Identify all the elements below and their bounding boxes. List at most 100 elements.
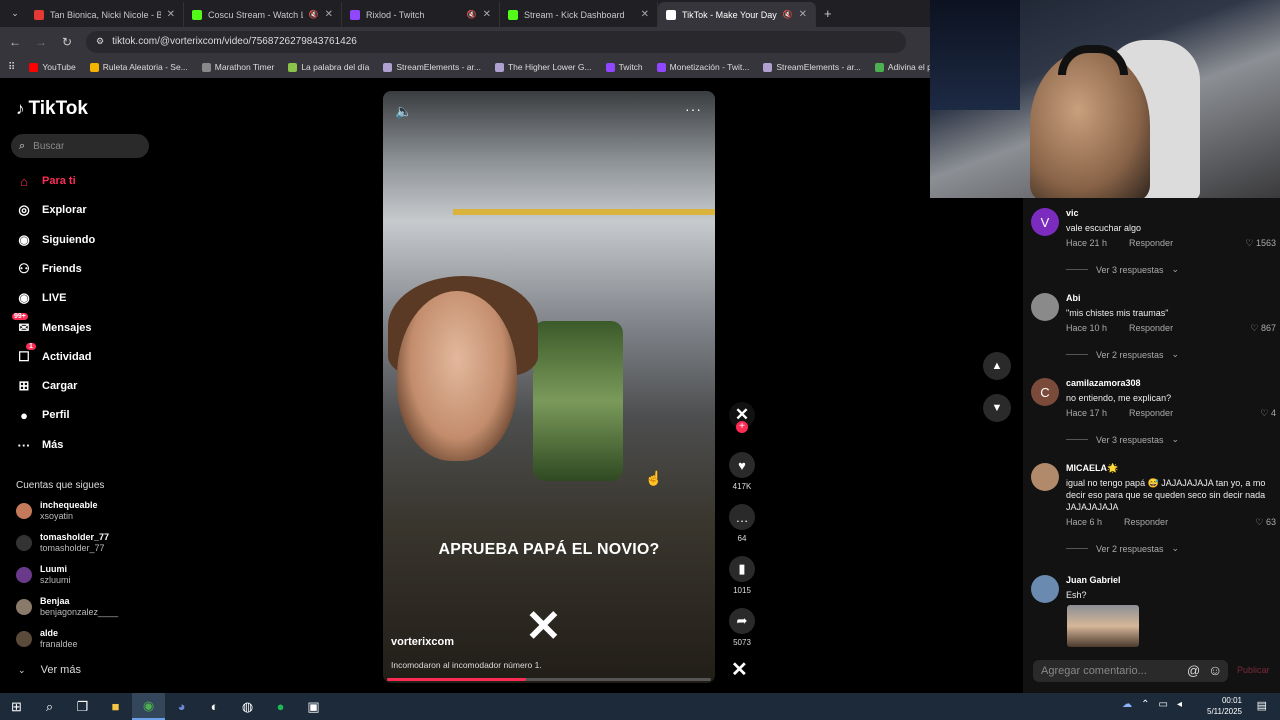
tab-muted-icon[interactable]: 🔇 bbox=[783, 10, 793, 19]
sidebar-item-live[interactable]: ◉ LIVE bbox=[16, 290, 66, 306]
new-tab-button[interactable]: + bbox=[824, 6, 832, 21]
tab-close-icon[interactable]: ✕ bbox=[641, 9, 649, 20]
video-progress-bar[interactable] bbox=[387, 678, 711, 681]
tab-close-icon[interactable]: ✕ bbox=[483, 9, 491, 20]
file-explorer-icon[interactable]: ■ bbox=[99, 693, 132, 720]
sidebar-item-perfil[interactable]: ● Perfil bbox=[16, 407, 69, 423]
more-options-icon[interactable]: ··· bbox=[685, 101, 702, 117]
bookmark-item[interactable]: StreamElements - ar... bbox=[383, 62, 481, 72]
sidebar-item-actividad[interactable]: ☐ 1 Actividad bbox=[16, 343, 92, 365]
bookmark-item[interactable]: Twitch bbox=[605, 62, 643, 72]
share-button[interactable]: ➦ 5073 bbox=[727, 608, 757, 647]
tab-close-icon[interactable]: ✕ bbox=[325, 9, 333, 20]
reload-icon[interactable]: ↻ bbox=[60, 35, 74, 49]
tab-muted-icon[interactable]: 🔇 bbox=[467, 10, 477, 19]
tab-search-chevron-icon[interactable]: ⌄ bbox=[4, 8, 26, 19]
volume-icon[interactable]: 🔈 bbox=[395, 103, 412, 120]
bookmark-item[interactable]: StreamElements - ar... bbox=[763, 62, 861, 72]
mention-icon[interactable]: @ bbox=[1187, 663, 1200, 678]
video-author[interactable]: vorterixcom bbox=[391, 636, 454, 648]
following-account[interactable]: tomasholder_77 tomasholder_77 bbox=[16, 532, 109, 554]
bookmark-item[interactable]: Monetización - Twit... bbox=[656, 62, 749, 72]
comment-like-button[interactable]: ♡ 4 bbox=[1260, 408, 1276, 419]
sidebar-item-explorar[interactable]: ◎ Explorar bbox=[16, 202, 86, 218]
apps-icon[interactable]: ⠿ bbox=[8, 62, 15, 73]
bookmark-item[interactable]: Adivina el país bbox=[874, 62, 930, 72]
comment-author[interactable]: vic bbox=[1066, 208, 1079, 218]
avatar[interactable]: C bbox=[1031, 378, 1059, 406]
save-button[interactable]: ▮ 1015 bbox=[727, 556, 757, 595]
publish-button[interactable]: Publicar bbox=[1237, 665, 1270, 675]
browser-tab[interactable]: Stream - Kick Dashboard ✕ bbox=[500, 2, 658, 27]
avatar[interactable] bbox=[1031, 575, 1059, 603]
clock[interactable]: 00:01 5/11/2025 bbox=[1207, 695, 1242, 717]
tiktok-logo[interactable]: ♪ TikTok bbox=[16, 98, 88, 120]
comment-like-button[interactable]: ♡ 63 bbox=[1255, 517, 1276, 528]
comment-author[interactable]: MICAELA🌟 bbox=[1066, 463, 1118, 474]
browser-tab[interactable]: Rixlod - Twitch 🔇 ✕ bbox=[342, 2, 500, 27]
bookmark-item[interactable]: Ruleta Aleatoria - Se... bbox=[89, 62, 188, 72]
follow-plus-icon[interactable]: + bbox=[736, 421, 748, 433]
next-video-button[interactable]: ▼ bbox=[983, 394, 1011, 422]
back-icon[interactable]: ← bbox=[8, 35, 22, 49]
following-account[interactable]: Luumi szluumi bbox=[16, 564, 71, 586]
sidebar-item-siguiendo[interactable]: ◉ Siguiendo bbox=[16, 232, 95, 248]
bookmark-item[interactable]: The Higher Lower G... bbox=[494, 62, 592, 72]
comment-author[interactable]: Juan Gabriel bbox=[1066, 575, 1121, 585]
volume-icon[interactable]: ◂ bbox=[1177, 699, 1182, 710]
notification-icon[interactable]: ▤ bbox=[1257, 699, 1267, 712]
spotify-icon[interactable]: ● bbox=[264, 693, 297, 720]
search-icon[interactable]: ⌕ bbox=[33, 693, 66, 720]
previous-video-button[interactable]: ▲ bbox=[983, 352, 1011, 380]
view-replies-button[interactable]: Ver 2 respuestas ⌄ bbox=[1066, 349, 1179, 360]
sidebar-item-más[interactable]: ··· Más bbox=[16, 437, 64, 453]
task-view-icon[interactable]: ❐ bbox=[66, 693, 99, 720]
sidebar-item-cargar[interactable]: ⊞ Cargar bbox=[16, 378, 78, 394]
video-player[interactable]: 🔈 ··· APRUEBA PAPÁ EL NOVIO? ✕ vorterixc… bbox=[383, 91, 715, 683]
see-more-button[interactable]: ⌄ Ver más bbox=[18, 664, 81, 676]
app-icon[interactable]: ◐ bbox=[198, 693, 231, 720]
tab-close-icon[interactable]: ✕ bbox=[799, 9, 807, 20]
reply-button[interactable]: Responder bbox=[1129, 238, 1173, 248]
view-replies-button[interactable]: Ver 3 respuestas ⌄ bbox=[1066, 264, 1179, 275]
following-account[interactable]: alde franaldee bbox=[16, 628, 78, 650]
url-field[interactable]: ⚙ tiktok.com/@vorterixcom/video/75687262… bbox=[86, 30, 906, 53]
tab-close-icon[interactable]: ✕ bbox=[167, 9, 175, 20]
avatar[interactable]: V bbox=[1031, 208, 1059, 236]
obs-icon[interactable]: ◍ bbox=[231, 693, 264, 720]
avatar[interactable] bbox=[1031, 293, 1059, 321]
sound-disc-icon[interactable]: ✕ bbox=[731, 657, 748, 682]
view-replies-button[interactable]: Ver 3 respuestas ⌄ bbox=[1066, 434, 1179, 445]
comment-author[interactable]: camilazamora308 bbox=[1066, 378, 1141, 388]
start-icon[interactable]: ⊞ bbox=[0, 693, 33, 720]
search-input[interactable]: ⌕ Buscar bbox=[11, 134, 149, 158]
epic-games-icon[interactable]: ▣ bbox=[297, 693, 330, 720]
reply-button[interactable]: Responder bbox=[1129, 408, 1173, 418]
browser-tab[interactable]: Coscu Stream - Watch Live 🔇 ✕ bbox=[184, 2, 342, 27]
comment-author[interactable]: Abi bbox=[1066, 293, 1081, 303]
bookmark-item[interactable]: La palabra del día bbox=[288, 62, 369, 72]
following-account[interactable]: inchequeable xsoyatin bbox=[16, 500, 98, 522]
chrome-icon[interactable]: ◉ bbox=[132, 693, 165, 720]
tab-muted-icon[interactable]: 🔇 bbox=[309, 10, 319, 19]
comment-like-button[interactable]: ♡ 867 bbox=[1250, 323, 1276, 334]
bookmark-item[interactable]: Marathon Timer bbox=[201, 62, 274, 72]
like-button[interactable]: ♥ 417K bbox=[727, 452, 757, 491]
bookmark-item[interactable]: YouTube bbox=[29, 62, 76, 72]
view-replies-button[interactable]: Ver 2 respuestas ⌄ bbox=[1066, 543, 1179, 554]
following-account[interactable]: Benjaa benjagonzalez____ bbox=[16, 596, 118, 618]
sidebar-item-mensajes[interactable]: ✉ 99+ Mensajes bbox=[12, 313, 92, 336]
site-info-icon[interactable]: ⚙ bbox=[96, 36, 104, 47]
network-icon[interactable]: ▭ bbox=[1159, 699, 1168, 710]
forward-icon[interactable]: → bbox=[34, 35, 48, 49]
comment-image[interactable] bbox=[1067, 605, 1139, 647]
sidebar-item-friends[interactable]: ⚇ Friends bbox=[16, 261, 82, 277]
avatar[interactable] bbox=[1031, 463, 1059, 491]
tray-chevron-icon[interactable]: ⌃ bbox=[1141, 699, 1149, 710]
reply-button[interactable]: Responder bbox=[1129, 323, 1173, 333]
discord-icon[interactable]: ◕ bbox=[165, 693, 198, 720]
comment-button[interactable]: … 64 bbox=[727, 504, 757, 543]
browser-tab[interactable]: TikTok - Make Your Day 🔇 ✕ bbox=[658, 2, 816, 27]
browser-tab[interactable]: Tan Bionica, Nicki Nicole - Boq ✕ bbox=[26, 2, 184, 27]
emoji-icon[interactable]: ☺ bbox=[1208, 662, 1222, 678]
